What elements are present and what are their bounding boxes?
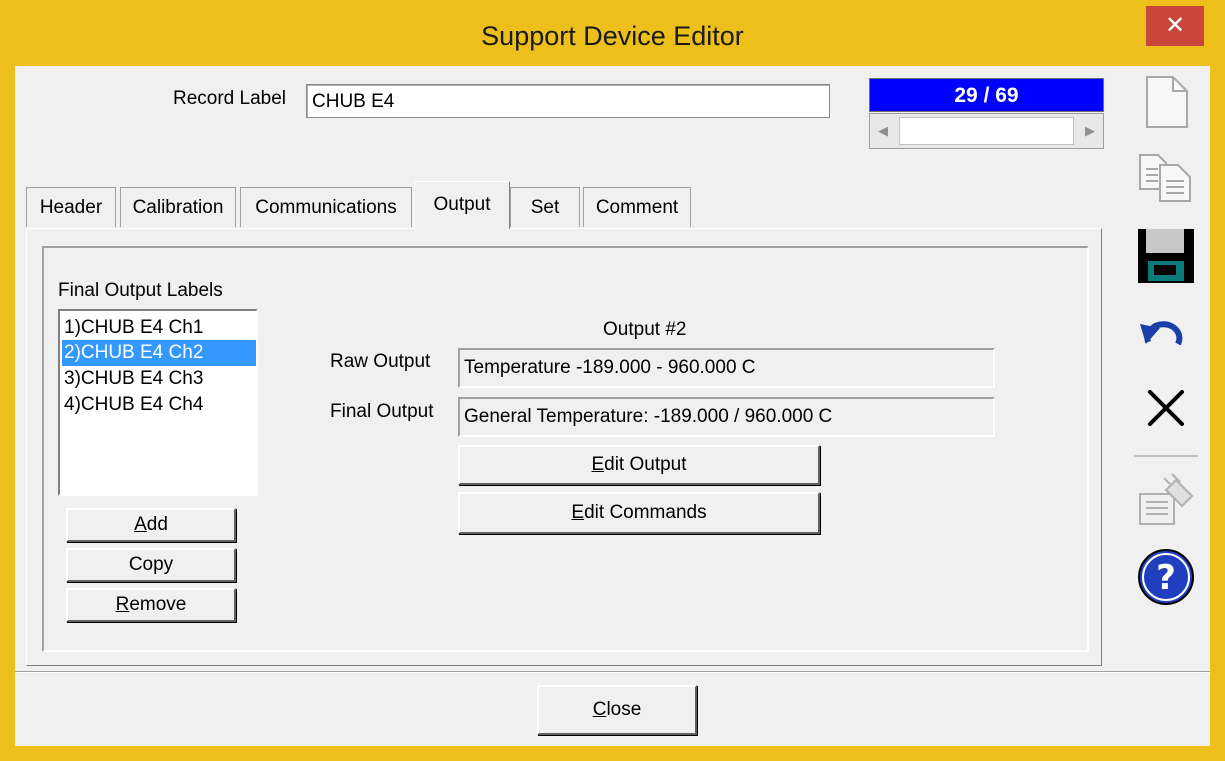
final-output-field: General Temperature: -189.000 / 960.000 …	[458, 397, 995, 437]
remove-accel: R	[115, 594, 130, 615]
tab-comment[interactable]: Comment	[583, 187, 691, 227]
close-button[interactable]: Close	[537, 685, 697, 735]
record-label-caption: Record Label	[173, 88, 287, 109]
raw-output-label: Raw Output	[330, 351, 431, 372]
scroll-right-arrow-icon[interactable]: ▶	[1077, 114, 1103, 148]
list-item[interactable]: 4)CHUB E4 Ch4	[62, 392, 256, 418]
raw-output-field: Temperature -189.000 - 960.000 C	[458, 348, 995, 388]
toolbar-separator	[1134, 455, 1198, 457]
edit-commands-label: dit Commands	[584, 502, 707, 523]
copy-button[interactable]: Copy	[66, 548, 236, 582]
tab-set[interactable]: Set	[510, 187, 580, 227]
title-bar: Support Device Editor ✕	[0, 0, 1225, 66]
wizard-icon[interactable]	[1134, 470, 1198, 530]
final-output-label: Final Output	[330, 401, 434, 422]
list-item[interactable]: 1)CHUB E4 Ch1	[62, 315, 256, 341]
edit-output-button[interactable]: Edit Output	[458, 445, 820, 485]
close-label: lose	[606, 699, 642, 720]
save-icon[interactable]	[1134, 226, 1198, 286]
scroll-left-arrow-icon[interactable]: ◀	[870, 114, 896, 148]
footer-separator	[15, 671, 1210, 673]
record-label-input[interactable]: CHUB E4	[306, 84, 830, 118]
final-output-labels-title: Final Output Labels	[58, 280, 223, 301]
final-output-labels-list[interactable]: 1)CHUB E4 Ch1 2)CHUB E4 Ch2 3)CHUB E4 Ch…	[58, 309, 258, 496]
delete-icon[interactable]	[1134, 378, 1198, 438]
window-close-button[interactable]: ✕	[1146, 6, 1204, 46]
output-number-title: Output #2	[603, 319, 687, 340]
edit-commands-button[interactable]: Edit Commands	[458, 492, 820, 534]
edit-output-accel: E	[591, 454, 605, 475]
remove-label: emove	[129, 594, 187, 615]
edit-commands-accel: E	[571, 502, 585, 523]
close-accel: C	[592, 699, 607, 720]
edit-output-label: dit Output	[604, 454, 687, 475]
remove-button[interactable]: Remove	[66, 588, 236, 622]
copy-icon[interactable]	[1134, 148, 1198, 208]
scroll-thumb[interactable]	[899, 117, 1074, 145]
tab-output[interactable]: Output	[414, 181, 510, 229]
svg-text:?: ?	[1156, 558, 1176, 598]
list-item-selected[interactable]: 2)CHUB E4 Ch2	[62, 340, 256, 366]
add-button[interactable]: Add	[66, 508, 236, 542]
add-accel: A	[134, 514, 147, 535]
list-item[interactable]: 3)CHUB E4 Ch3	[62, 366, 256, 392]
tab-header[interactable]: Header	[26, 187, 116, 227]
record-scrollbar[interactable]: ◀ ▶	[869, 113, 1104, 149]
window-title: Support Device Editor	[481, 21, 744, 51]
add-label: dd	[146, 514, 168, 535]
tab-communications[interactable]: Communications	[240, 187, 412, 227]
new-document-icon[interactable]	[1134, 72, 1198, 132]
tab-calibration[interactable]: Calibration	[120, 187, 236, 227]
record-counter: 29 / 69	[869, 78, 1104, 112]
help-icon[interactable]: ?	[1134, 547, 1198, 607]
undo-icon[interactable]	[1134, 302, 1198, 362]
